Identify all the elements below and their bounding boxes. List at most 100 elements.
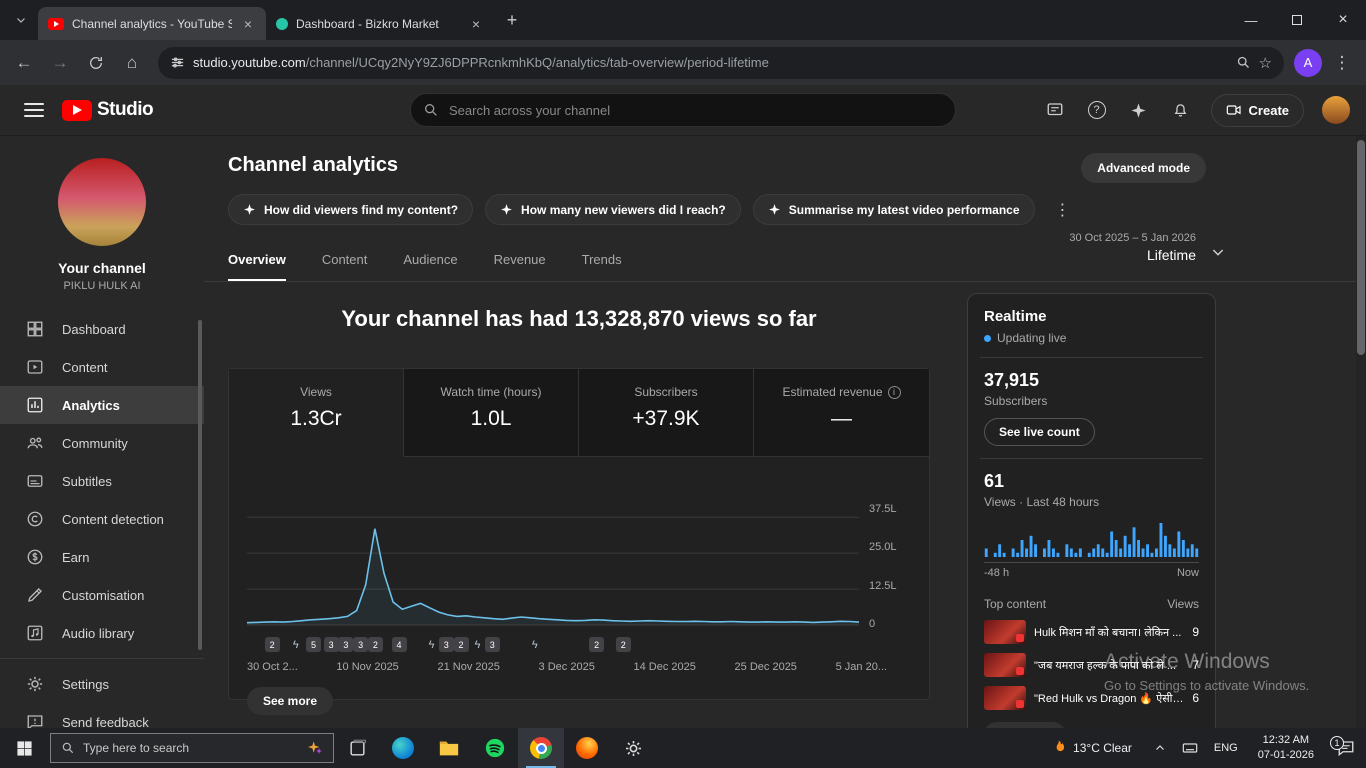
realtime-bar-chart[interactable] xyxy=(984,519,1199,563)
task-view-icon[interactable] xyxy=(334,728,380,768)
settings-gear-icon[interactable] xyxy=(610,728,656,768)
notification-center-icon[interactable]: 1 xyxy=(1326,728,1366,768)
sidebar-item-content-detection[interactable]: Content detection xyxy=(0,500,204,538)
video-marker-badge[interactable]: 3 xyxy=(338,637,353,652)
video-marker-badge[interactable]: 5 xyxy=(306,637,321,652)
help-icon[interactable]: ? xyxy=(1079,92,1115,128)
sidebar-item-community[interactable]: Community xyxy=(0,424,204,462)
zoom-icon[interactable] xyxy=(1236,55,1251,70)
minimize-button[interactable]: — xyxy=(1228,0,1274,40)
see-live-count-button[interactable]: See live count xyxy=(984,418,1095,446)
video-marker-badge[interactable]: 3 xyxy=(439,637,454,652)
video-marker-badge[interactable]: 2 xyxy=(589,637,604,652)
chip-how-found[interactable]: How did viewers find my content? xyxy=(228,194,473,225)
sidebar-item-customisation[interactable]: Customisation xyxy=(0,576,204,614)
studio-search-input[interactable] xyxy=(449,103,943,118)
sparkle-icon[interactable] xyxy=(1121,92,1157,128)
views-line-chart[interactable] xyxy=(247,500,859,630)
tab-content[interactable]: Content xyxy=(322,252,368,281)
tab-revenue[interactable]: Revenue xyxy=(494,252,546,281)
video-marker-icon[interactable]: ϟ xyxy=(288,637,303,652)
video-marker-badge[interactable]: 2 xyxy=(265,637,280,652)
channel-avatar[interactable] xyxy=(58,158,146,246)
spotify-icon[interactable] xyxy=(472,728,518,768)
video-marker-icon[interactable]: ϟ xyxy=(470,637,485,652)
browser-tab-active[interactable]: Channel analytics - YouTube St × xyxy=(38,7,266,40)
reload-icon[interactable] xyxy=(80,47,112,79)
scrollbar-thumb[interactable] xyxy=(1357,140,1365,355)
metric-subscribers[interactable]: Subscribers +37.9K xyxy=(579,369,754,457)
top-content-row[interactable]: Hulk मिशन माँ को बचाना। लेकिन ... 9 xyxy=(984,620,1199,644)
sidebar-item-audio-library[interactable]: Audio library xyxy=(0,614,204,652)
tab-close-icon[interactable]: × xyxy=(468,16,484,32)
language-indicator[interactable]: ENG xyxy=(1206,742,1246,754)
home-icon[interactable]: ⌂ xyxy=(116,47,148,79)
video-marker-badge[interactable]: 3 xyxy=(353,637,368,652)
new-tab-button[interactable]: + xyxy=(498,6,526,34)
chip-new-viewers[interactable]: How many new viewers did I reach? xyxy=(485,194,741,225)
metric-estimated-revenue[interactable]: Estimated revenuei — xyxy=(754,369,929,457)
maximize-button[interactable] xyxy=(1274,0,1320,40)
date-range-picker[interactable]: 30 Oct 2025 – 5 Jan 2026 Lifetime xyxy=(1069,232,1196,263)
sidebar-item-earn[interactable]: Earn xyxy=(0,538,204,576)
tray-chevron-up-icon[interactable] xyxy=(1146,728,1174,768)
page-scrollbar[interactable] xyxy=(1356,136,1366,728)
edge-icon[interactable] xyxy=(380,728,426,768)
browser-profile-avatar[interactable]: A xyxy=(1294,49,1322,77)
advanced-mode-button[interactable]: Advanced mode xyxy=(1081,153,1206,183)
metric-watch-time[interactable]: Watch time (hours) 1.0L xyxy=(404,369,579,457)
tab-overview[interactable]: Overview xyxy=(228,252,286,281)
chevron-down-icon[interactable] xyxy=(1210,244,1226,260)
browser-tab-inactive[interactable]: Dashboard - Bizkro Market × xyxy=(266,7,494,40)
firefox-icon[interactable] xyxy=(564,728,610,768)
tab-search-icon[interactable] xyxy=(6,5,36,35)
tab-close-icon[interactable]: × xyxy=(240,16,256,32)
video-marker-badge[interactable]: 2 xyxy=(616,637,631,652)
studio-logo[interactable]: Studio xyxy=(62,99,153,121)
sidebar-item-settings[interactable]: Settings xyxy=(0,665,204,703)
video-marker-badge[interactable]: 4 xyxy=(392,637,407,652)
taskbar-clock[interactable]: 12:32 AM 07-01-2026 xyxy=(1248,733,1324,763)
video-marker-badge[interactable]: 2 xyxy=(454,637,469,652)
site-settings-icon[interactable] xyxy=(170,55,185,70)
chips-more-icon[interactable]: ⋮ xyxy=(1047,196,1079,224)
copyright-icon xyxy=(24,510,46,528)
start-button[interactable] xyxy=(0,728,48,768)
tab-audience[interactable]: Audience xyxy=(403,252,457,281)
browser-menu-icon[interactable]: ⋮ xyxy=(1326,47,1358,79)
sidebar-scrollbar[interactable] xyxy=(198,320,202,650)
video-marker-badge[interactable]: 3 xyxy=(324,637,339,652)
address-bar[interactable]: studio.youtube.com/channel/UCqy2NyY9ZJ6D… xyxy=(158,47,1284,79)
video-marker-icon[interactable]: ϟ xyxy=(424,637,439,652)
chip-summarise-performance[interactable]: Summarise my latest video performance xyxy=(753,194,1035,225)
metric-views[interactable]: Views 1.3Cr xyxy=(229,369,404,457)
sidebar-item-analytics[interactable]: Analytics xyxy=(0,386,204,424)
tab-trends[interactable]: Trends xyxy=(582,252,622,281)
see-more-button[interactable]: See more xyxy=(247,687,333,715)
file-explorer-icon[interactable] xyxy=(426,728,472,768)
forward-icon[interactable]: → xyxy=(44,47,76,79)
video-marker-badge[interactable]: 3 xyxy=(485,637,500,652)
studio-profile-avatar[interactable] xyxy=(1322,96,1350,124)
close-button[interactable]: × xyxy=(1320,0,1366,40)
bookmark-star-icon[interactable]: ☆ xyxy=(1259,54,1272,72)
back-icon[interactable]: ← xyxy=(8,47,40,79)
video-feedback-icon[interactable] xyxy=(1037,92,1073,128)
video-markers[interactable]: 2ϟ533324ϟ32ϟ3ϟ22 xyxy=(247,637,859,654)
video-marker-badge[interactable]: 2 xyxy=(368,637,383,652)
chrome-icon[interactable] xyxy=(518,728,564,768)
touch-keyboard-icon[interactable] xyxy=(1176,728,1204,768)
video-marker-icon[interactable]: ϟ xyxy=(527,637,542,652)
create-button[interactable]: Create xyxy=(1211,94,1304,127)
info-icon[interactable]: i xyxy=(888,386,901,399)
taskbar-weather[interactable]: 13°C Clear xyxy=(1037,739,1146,757)
sidebar-item-subtitles[interactable]: Subtitles xyxy=(0,462,204,500)
menu-hamburger-icon[interactable] xyxy=(16,92,52,128)
notifications-bell-icon[interactable] xyxy=(1163,92,1199,128)
top-content-row[interactable]: "Red Hulk vs Dragon 🔥 ऐसी ल... 6 xyxy=(984,686,1199,710)
sidebar-item-content[interactable]: Content xyxy=(0,348,204,386)
taskbar-search[interactable]: Type here to search xyxy=(50,733,334,763)
studio-search-bar[interactable] xyxy=(410,93,956,127)
sidebar-item-dashboard[interactable]: Dashboard xyxy=(0,310,204,348)
top-content-row[interactable]: "जब यमराज हल्क के पापा को ले ... 7 xyxy=(984,653,1199,677)
